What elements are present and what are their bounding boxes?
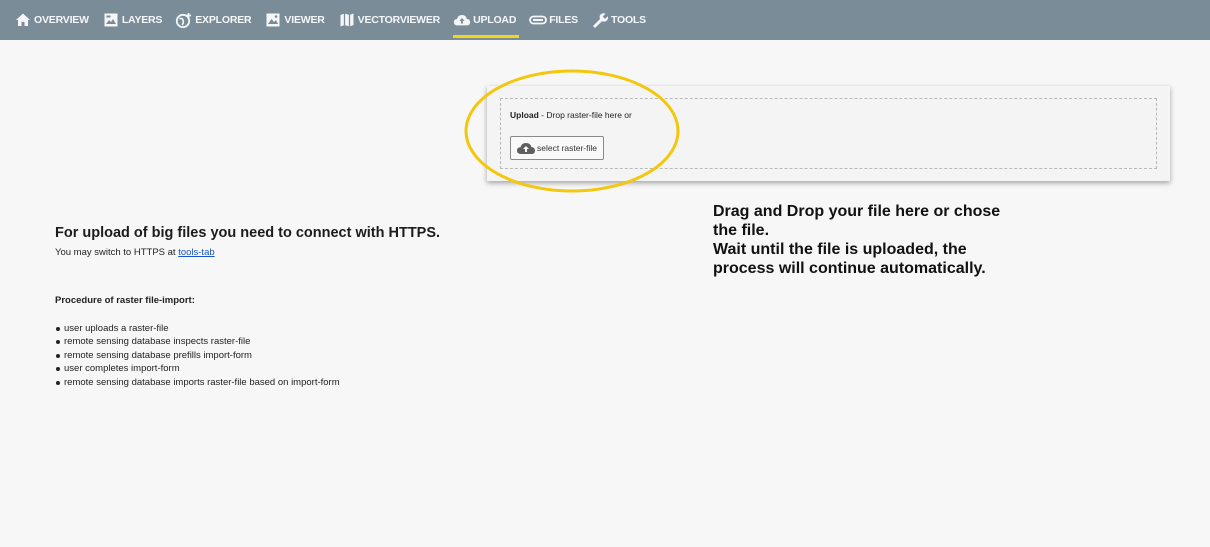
nav-item-explorer[interactable]: EXPLORER bbox=[171, 0, 260, 40]
annotation-line: the file. bbox=[713, 222, 770, 239]
list-item: remote sensing database inspects raster-… bbox=[55, 335, 340, 348]
globe-plus-icon bbox=[175, 11, 193, 29]
https-note-text: You may switch to HTTPS at bbox=[55, 247, 179, 258]
nav-item-layers[interactable]: LAYERS bbox=[98, 0, 171, 40]
list-item: remote sensing database imports raster-f… bbox=[55, 376, 340, 389]
dropzone-instruction: Upload - Drop raster-file here or bbox=[510, 110, 632, 120]
instruction-annotation: Drag and Drop your file here or chose th… bbox=[713, 202, 1113, 278]
nav-item-tools[interactable]: TOOLS bbox=[587, 0, 655, 40]
nav-item-overview[interactable]: OVERVIEW bbox=[10, 0, 98, 40]
list-item: remote sensing database prefills import-… bbox=[55, 349, 340, 362]
annotation-line: Drag and Drop your file here or chose bbox=[713, 203, 1001, 220]
nav-item-label: VIEWER bbox=[284, 14, 325, 26]
select-raster-file-label: select raster-file bbox=[537, 143, 597, 153]
home-icon bbox=[14, 11, 32, 29]
https-heading: For upload of big files you need to conn… bbox=[55, 225, 441, 241]
https-note: You may switch to HTTPS at tools-tab bbox=[55, 247, 215, 258]
upload-panel: Upload - Drop raster-file here or select… bbox=[487, 86, 1170, 181]
procedure-heading: Procedure of raster file-import: bbox=[55, 295, 195, 306]
nav-item-label: LAYERS bbox=[121, 14, 163, 26]
layers-icon bbox=[102, 11, 120, 29]
upload-instruction: - Drop raster-file here or bbox=[538, 110, 632, 120]
cloud-upload-icon bbox=[516, 141, 536, 155]
procedure-steps-list: user uploads a raster-file remote sensin… bbox=[55, 322, 340, 389]
image-icon bbox=[264, 11, 282, 29]
upload-title: Upload bbox=[510, 110, 539, 120]
top-navigation-bar: OVERVIEW LAYERS EXPLORER VIEWER VECTORVI… bbox=[0, 0, 1210, 40]
drive-icon bbox=[529, 11, 548, 29]
nav-item-label: UPLOAD bbox=[473, 14, 517, 26]
nav-item-label: TOOLS bbox=[610, 14, 646, 26]
wrench-icon bbox=[591, 11, 609, 29]
nav-item-label: FILES bbox=[549, 14, 578, 26]
nav-item-label: VECTORVIEWER bbox=[357, 14, 441, 26]
file-dropzone[interactable]: Upload - Drop raster-file here or select… bbox=[500, 98, 1157, 169]
cloud-upload-icon bbox=[453, 11, 471, 29]
nav-item-files[interactable]: FILES bbox=[525, 0, 587, 40]
nav-item-label: OVERVIEW bbox=[34, 14, 89, 26]
map-icon bbox=[338, 11, 356, 29]
annotation-line: process will continue automatically. bbox=[713, 260, 986, 277]
select-raster-file-button[interactable]: select raster-file bbox=[510, 136, 604, 160]
nav-item-label: EXPLORER bbox=[195, 14, 252, 26]
nav-item-viewer[interactable]: VIEWER bbox=[260, 0, 333, 40]
list-item: user completes import-form bbox=[55, 362, 340, 375]
tools-tab-link[interactable]: tools-tab bbox=[178, 247, 214, 258]
annotation-line: Wait until the file is uploaded, the bbox=[713, 241, 967, 258]
list-item: user uploads a raster-file bbox=[55, 322, 340, 335]
nav-item-vectorviewer[interactable]: VECTORVIEWER bbox=[334, 0, 449, 40]
nav-item-upload[interactable]: UPLOAD bbox=[449, 0, 525, 40]
